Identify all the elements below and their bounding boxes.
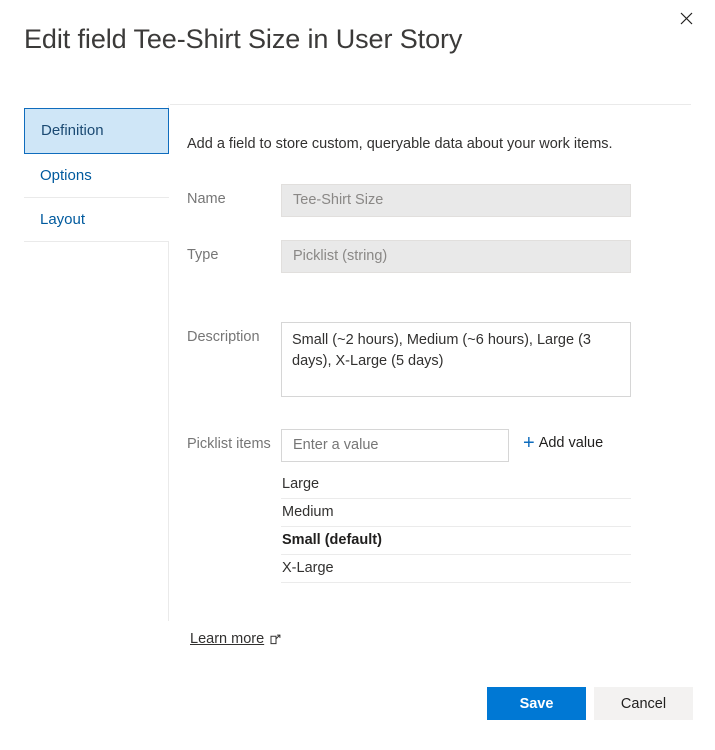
close-icon bbox=[680, 12, 693, 25]
name-label: Name bbox=[187, 191, 226, 207]
edit-field-dialog: Edit field Tee-Shirt Size in User Story … bbox=[0, 0, 715, 750]
list-item[interactable]: Medium bbox=[281, 499, 631, 527]
picklist-items-label: Picklist items bbox=[187, 436, 271, 452]
page-title: Edit field Tee-Shirt Size in User Story bbox=[24, 24, 463, 54]
learn-more-link[interactable]: Learn more bbox=[190, 631, 281, 647]
sidebar-nav: Definition Options Layout bbox=[24, 108, 169, 242]
list-item-default[interactable]: Small (default) bbox=[281, 527, 631, 555]
dialog-footer: Save Cancel bbox=[0, 687, 715, 721]
type-label: Type bbox=[187, 247, 219, 263]
picklist-value-input[interactable] bbox=[281, 429, 509, 462]
sidebar-item-label: Layout bbox=[40, 211, 86, 228]
list-item[interactable]: X-Large bbox=[281, 555, 631, 583]
list-item-label: Small (default) bbox=[282, 532, 382, 548]
header-divider bbox=[170, 104, 691, 105]
plus-icon: + bbox=[523, 432, 535, 454]
dialog-body: Definition Options Layout Add a field to… bbox=[0, 104, 715, 624]
list-item[interactable]: Large bbox=[281, 471, 631, 499]
add-value-button[interactable]: + Add value bbox=[523, 432, 604, 454]
description-textarea[interactable] bbox=[281, 322, 631, 397]
list-item-label: Medium bbox=[282, 504, 334, 520]
list-item-label: Large bbox=[282, 476, 320, 492]
name-input[interactable] bbox=[281, 184, 631, 217]
panel-description: Add a field to store custom, queryable d… bbox=[187, 136, 613, 152]
sidebar-item-label: Options bbox=[40, 167, 92, 184]
save-button[interactable]: Save bbox=[487, 687, 586, 720]
sidebar-item-options[interactable]: Options bbox=[24, 154, 169, 198]
sidebar-item-layout[interactable]: Layout bbox=[24, 198, 169, 242]
list-item-label: X-Large bbox=[282, 560, 334, 576]
add-value-label: Add value bbox=[538, 435, 604, 451]
sidebar-item-definition[interactable]: Definition bbox=[24, 108, 169, 154]
learn-more-label: Learn more bbox=[190, 631, 265, 647]
picklist-items-list: Large Medium Small (default) X-Large bbox=[281, 471, 631, 583]
cancel-button[interactable]: Cancel bbox=[594, 687, 693, 720]
description-label: Description bbox=[187, 329, 260, 345]
type-input[interactable] bbox=[281, 240, 631, 273]
external-link-icon bbox=[270, 634, 281, 645]
sidebar-item-label: Definition bbox=[41, 122, 104, 139]
close-button[interactable] bbox=[673, 5, 699, 31]
